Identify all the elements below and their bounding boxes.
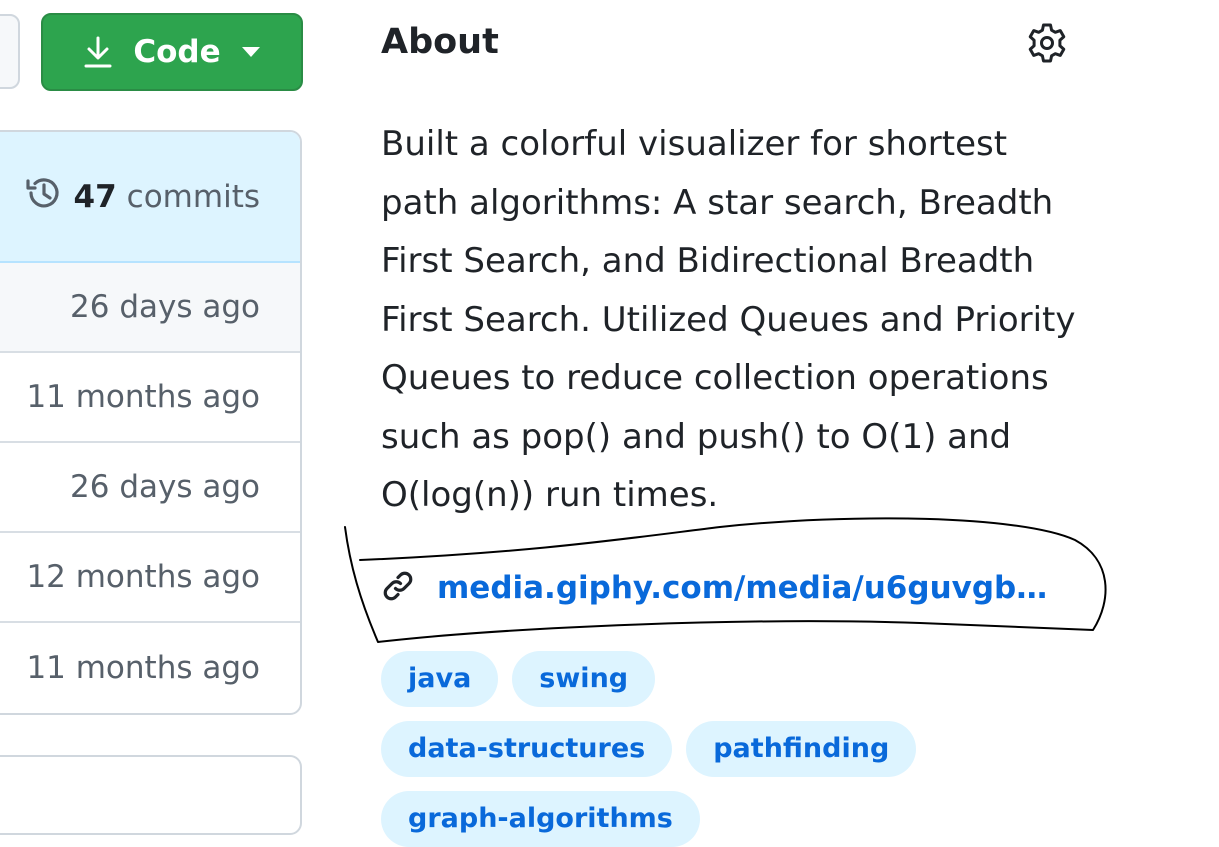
file-row[interactable]: 11 months ago (0, 353, 300, 443)
file-row-age: 26 days ago (70, 289, 260, 325)
topic-list: java swing data-structures pathfinding g… (381, 651, 941, 847)
file-row-age: 11 months ago (26, 650, 260, 686)
gear-icon[interactable] (1026, 22, 1068, 64)
topic-tag[interactable]: java (381, 651, 499, 707)
about-heading: About (381, 22, 499, 62)
readme-box (0, 755, 302, 835)
link-icon (381, 569, 415, 607)
history-icon (24, 173, 64, 221)
homepage-url[interactable]: media.giphy.com/media/u6guvgboqo… (437, 570, 1057, 606)
file-row[interactable]: 12 months ago (0, 533, 300, 623)
commit-unit: commits (126, 178, 260, 215)
file-list: 47 commits 26 days ago 11 months ago 26 … (0, 130, 302, 715)
commits-link[interactable]: 47 commits (0, 132, 300, 263)
topic-tag[interactable]: graph-algorithms (381, 791, 700, 847)
secondary-toolbar-button[interactable] (0, 14, 20, 89)
download-icon (83, 35, 113, 69)
file-row[interactable]: 26 days ago (0, 263, 300, 353)
repo-description: Built a colorful visualizer for shortest… (381, 124, 1076, 515)
file-row-age: 26 days ago (70, 469, 260, 505)
code-button-label: Code (133, 34, 221, 70)
file-row-age: 11 months ago (26, 379, 260, 415)
topic-tag[interactable]: pathfinding (686, 721, 917, 777)
topic-tag[interactable]: swing (512, 651, 656, 707)
homepage-link[interactable]: media.giphy.com/media/u6guvgboqo… (381, 562, 1071, 614)
code-button[interactable]: Code (41, 13, 303, 91)
commit-count: 47 (73, 178, 117, 215)
topic-tag[interactable]: data-structures (381, 721, 673, 777)
file-row[interactable]: 26 days ago (0, 443, 300, 533)
caret-down-icon (241, 46, 261, 58)
file-row[interactable]: 11 months ago (0, 623, 300, 713)
file-row-age: 12 months ago (26, 559, 260, 595)
